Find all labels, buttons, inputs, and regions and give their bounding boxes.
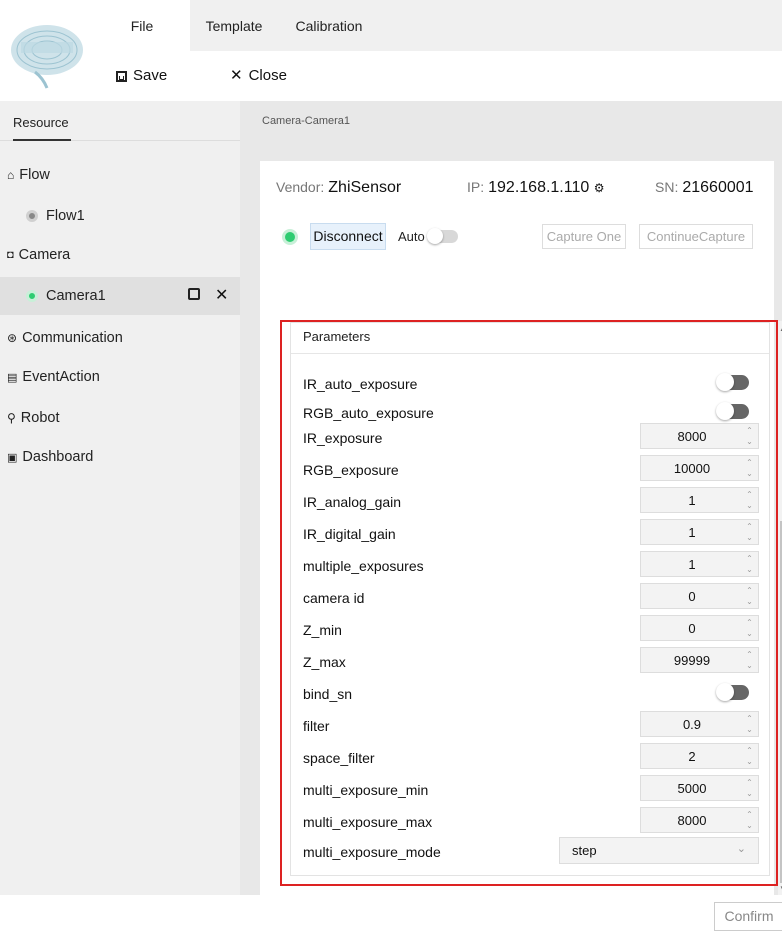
sn-info: SN: 21660001 bbox=[655, 179, 754, 197]
sn-key: SN: bbox=[655, 179, 679, 195]
sn-value: 21660001 bbox=[682, 179, 754, 196]
ip-info: IP: 192.168.1.110 ⚙ bbox=[467, 179, 604, 197]
sidebar-group-label: Dashboard bbox=[22, 449, 94, 465]
app-logo-area bbox=[0, 0, 94, 101]
disconnect-button[interactable]: Disconnect bbox=[310, 223, 386, 250]
tab-resource[interactable]: Resource bbox=[13, 115, 69, 130]
auto-label: Auto bbox=[398, 229, 425, 244]
delete-icon[interactable]: ✕ bbox=[215, 285, 228, 305]
robot-icon: ⚲ bbox=[7, 411, 16, 425]
sidebar: Resource ⌂ Flow Flow1 ◘ Camera Camera1 ✕… bbox=[0, 101, 240, 895]
menu-tab-file[interactable]: File bbox=[94, 0, 190, 51]
sidebar-group-label: Flow bbox=[19, 167, 50, 183]
sidebar-group-flow[interactable]: ⌂ Flow bbox=[7, 167, 50, 183]
dashboard-icon: ▣ bbox=[7, 451, 18, 464]
tab-underline bbox=[13, 139, 71, 141]
sidebar-group-communication[interactable]: ⊛ Communication bbox=[7, 330, 123, 346]
breadcrumb: Camera-Camera1 bbox=[262, 115, 351, 127]
close-icon: ✕ bbox=[230, 67, 243, 84]
save-label: Save bbox=[133, 67, 168, 84]
save-button[interactable]: Save bbox=[116, 51, 167, 101]
menu-bar: File Template Calibration bbox=[94, 0, 782, 51]
highlight-frame bbox=[280, 320, 778, 886]
vendor-value: ZhiSensor bbox=[328, 179, 402, 196]
vendor-key: Vendor: bbox=[276, 179, 325, 195]
toolbar: Save ✕ Close bbox=[94, 51, 782, 101]
communication-icon: ⊛ bbox=[7, 331, 18, 345]
status-dot-icon bbox=[26, 210, 38, 222]
auto-toggle[interactable] bbox=[427, 228, 458, 244]
sidebar-group-camera[interactable]: ◘ Camera bbox=[7, 247, 70, 263]
close-button[interactable]: ✕ Close bbox=[230, 51, 287, 101]
connection-status-icon bbox=[282, 229, 298, 245]
sidebar-group-label: Communication bbox=[22, 330, 123, 346]
menu-tab-calibration[interactable]: Calibration bbox=[286, 0, 372, 51]
continue-capture-button[interactable]: ContinueCapture bbox=[639, 224, 753, 249]
sidebar-item-camera1[interactable]: Camera1 ✕ bbox=[0, 277, 240, 315]
app-logo bbox=[11, 25, 83, 89]
camera-icon: ◘ bbox=[7, 249, 14, 261]
sidebar-group-eventaction[interactable]: ▤ EventAction bbox=[7, 369, 100, 385]
capture-one-button[interactable]: Capture One bbox=[542, 224, 626, 249]
sidebar-item-flow1[interactable]: Flow1 bbox=[0, 197, 240, 235]
save-icon bbox=[116, 70, 127, 82]
sidebar-group-dashboard[interactable]: ▣ Dashboard bbox=[7, 449, 93, 465]
edit-icon[interactable] bbox=[188, 288, 200, 300]
sidebar-group-robot[interactable]: ⚲ Robot bbox=[7, 410, 60, 426]
vendor-info: Vendor: ZhiSensor bbox=[276, 179, 401, 197]
sidebar-group-label: EventAction bbox=[22, 369, 100, 385]
bell-icon: ⌂ bbox=[7, 168, 15, 182]
menu-tab-template[interactable]: Template bbox=[196, 0, 272, 51]
ip-key: IP: bbox=[467, 179, 485, 195]
status-dot-icon bbox=[26, 290, 38, 302]
sidebar-item-label: Flow1 bbox=[46, 208, 85, 224]
event-icon: ▤ bbox=[7, 371, 18, 384]
sidebar-item-label: Camera1 bbox=[46, 288, 106, 304]
camera-panel: Vendor: ZhiSensor IP: 192.168.1.110 ⚙ SN: 2… bbox=[260, 161, 782, 931]
confirm-button[interactable]: Confirm bbox=[714, 902, 782, 931]
sidebar-group-label: Camera bbox=[18, 247, 71, 263]
gear-icon[interactable]: ⚙ bbox=[594, 181, 605, 195]
sidebar-group-label: Robot bbox=[20, 410, 60, 426]
ip-value: 192.168.1.110 bbox=[488, 179, 590, 196]
main-area: Camera-Camera1 Vendor: ZhiSensor IP: 192.1… bbox=[240, 101, 782, 931]
close-label: Close bbox=[248, 67, 287, 84]
